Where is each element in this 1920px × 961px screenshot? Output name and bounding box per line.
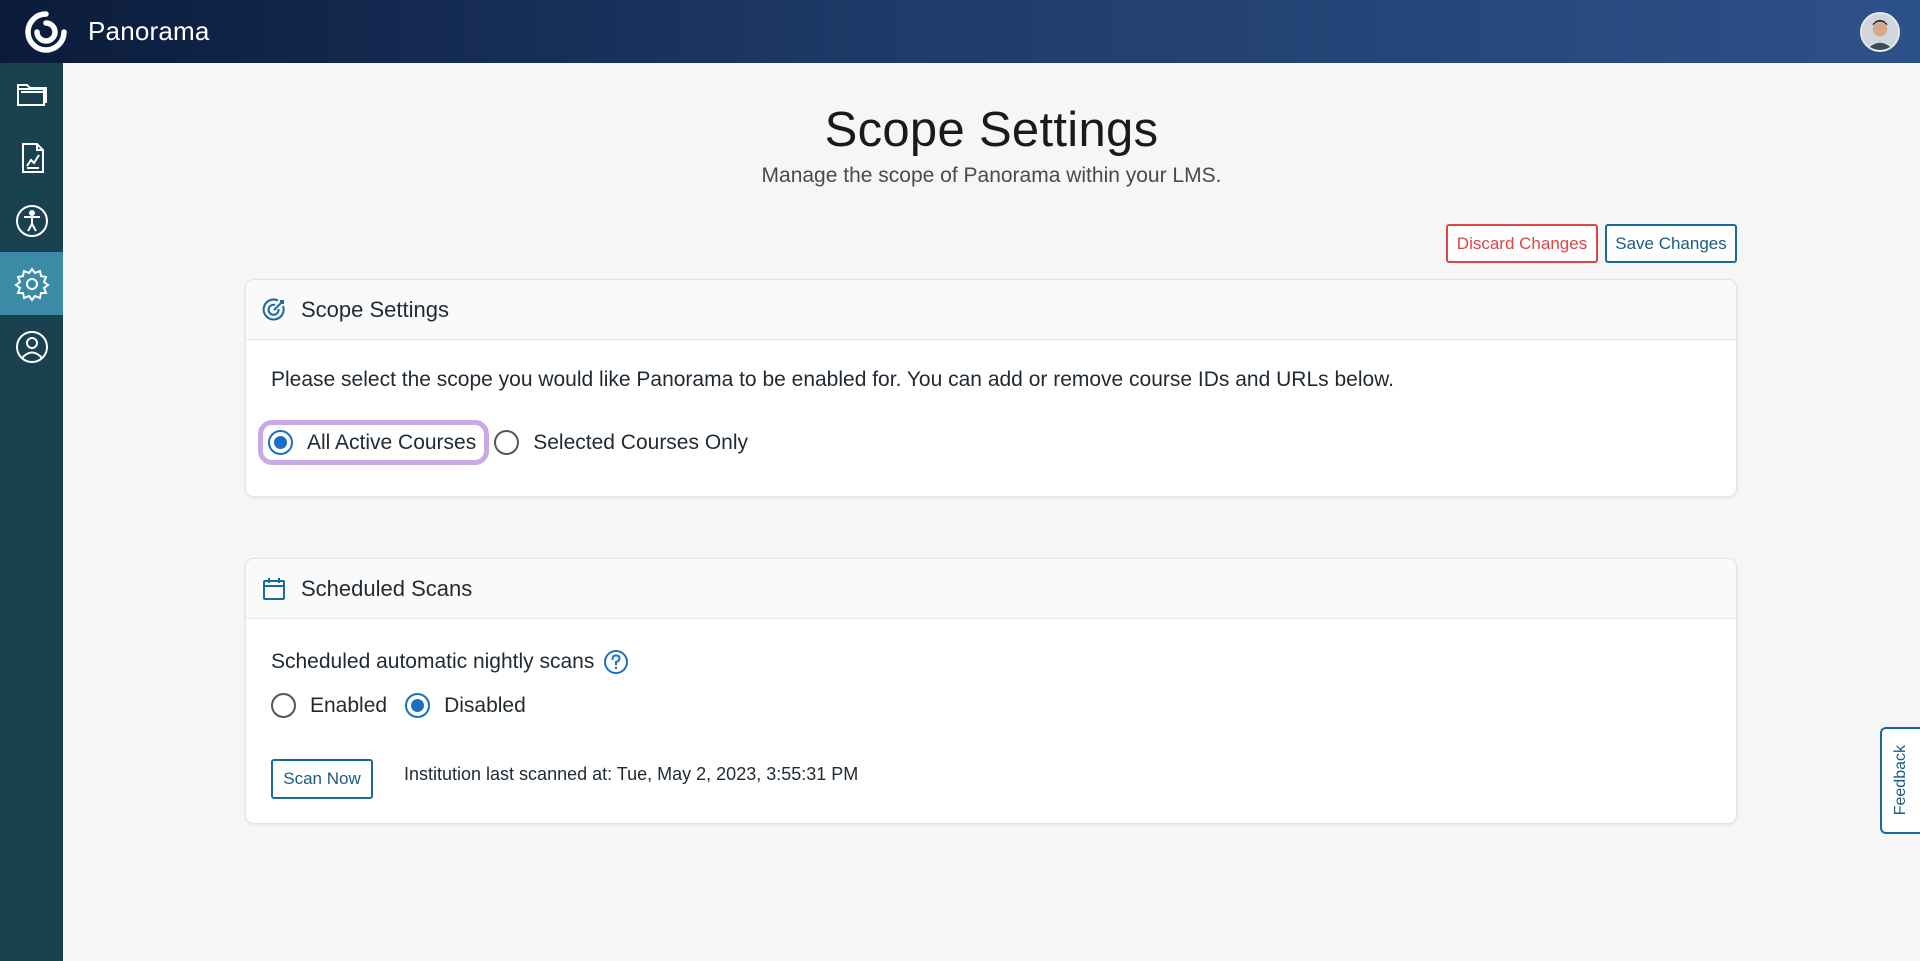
sidebar-item-accessibility[interactable]: [0, 189, 63, 252]
user-avatar[interactable]: [1860, 12, 1900, 52]
selected-courses-only-radio[interactable]: [494, 430, 520, 455]
scope-radio-group: All Active Courses Selected Courses Only: [258, 420, 748, 465]
scope-description: Please select the scope you would like P…: [271, 368, 1395, 391]
last-scanned-status: Institution last scanned at: Tue, May 2,…: [404, 764, 859, 784]
sidebar-item-settings[interactable]: [0, 252, 63, 315]
page-subtitle: Manage the scope of Panorama within your…: [761, 164, 1222, 187]
nightly-scans-label: Scheduled automatic nightly scans: [271, 650, 595, 673]
gear-icon: [13, 266, 50, 302]
enabled-label: Enabled: [310, 693, 388, 717]
discard-changes-button[interactable]: Discard Changes: [1446, 224, 1598, 263]
accessibility-icon: [15, 204, 48, 237]
scope-settings-card: Scope Settings Please select the scope y…: [245, 279, 1737, 497]
folder-icon: [16, 83, 47, 106]
app-title: Panorama: [88, 16, 210, 46]
scheduled-scans-card-header: Scheduled Scans: [246, 559, 1736, 619]
sidebar-item-reports[interactable]: [0, 126, 63, 189]
nightly-scans-option-enabled[interactable]: Enabled: [271, 693, 387, 718]
user-circle-icon: [15, 330, 48, 363]
sidebar-item-account[interactable]: [0, 315, 63, 378]
scheduled-scans-card: Scheduled Scans Scheduled automatic nigh…: [245, 558, 1737, 824]
disabled-radio[interactable]: [405, 693, 431, 718]
nightly-scans-row: Scheduled automatic nightly scans: [271, 649, 629, 675]
top-bar: Panorama: [0, 0, 1920, 63]
scheduled-scans-card-title: Scheduled Scans: [301, 575, 473, 601]
feedback-label: Feedback: [1892, 745, 1909, 816]
disabled-label: Disabled: [444, 693, 526, 717]
feedback-tab[interactable]: Feedback: [1880, 727, 1920, 834]
nightly-scans-option-disabled[interactable]: Disabled: [405, 693, 526, 718]
calendar-icon: [263, 577, 285, 600]
nightly-scans-radio-group: Enabled Disabled: [271, 693, 526, 718]
all-active-courses-radio[interactable]: [268, 430, 293, 455]
scope-settings-card-title: Scope Settings: [301, 296, 449, 322]
save-changes-button[interactable]: Save Changes: [1605, 224, 1737, 263]
scope-settings-card-header: Scope Settings: [246, 280, 1736, 340]
scope-option-selected-courses-only[interactable]: Selected Courses Only: [494, 430, 748, 455]
all-active-courses-label: All Active Courses: [307, 430, 477, 454]
enabled-radio[interactable]: [271, 693, 296, 718]
panorama-logo-icon[interactable]: [23, 9, 69, 55]
target-icon: [262, 298, 285, 320]
scan-now-button[interactable]: Scan Now: [271, 759, 373, 799]
sidebar: [0, 63, 63, 961]
page-title: Scope Settings: [824, 103, 1159, 157]
sidebar-item-courses[interactable]: [0, 63, 63, 126]
report-chart-icon: [21, 142, 44, 173]
help-icon[interactable]: [603, 649, 629, 675]
selected-courses-only-label: Selected Courses Only: [533, 430, 749, 454]
scope-option-all-active-courses[interactable]: All Active Courses: [258, 420, 490, 465]
